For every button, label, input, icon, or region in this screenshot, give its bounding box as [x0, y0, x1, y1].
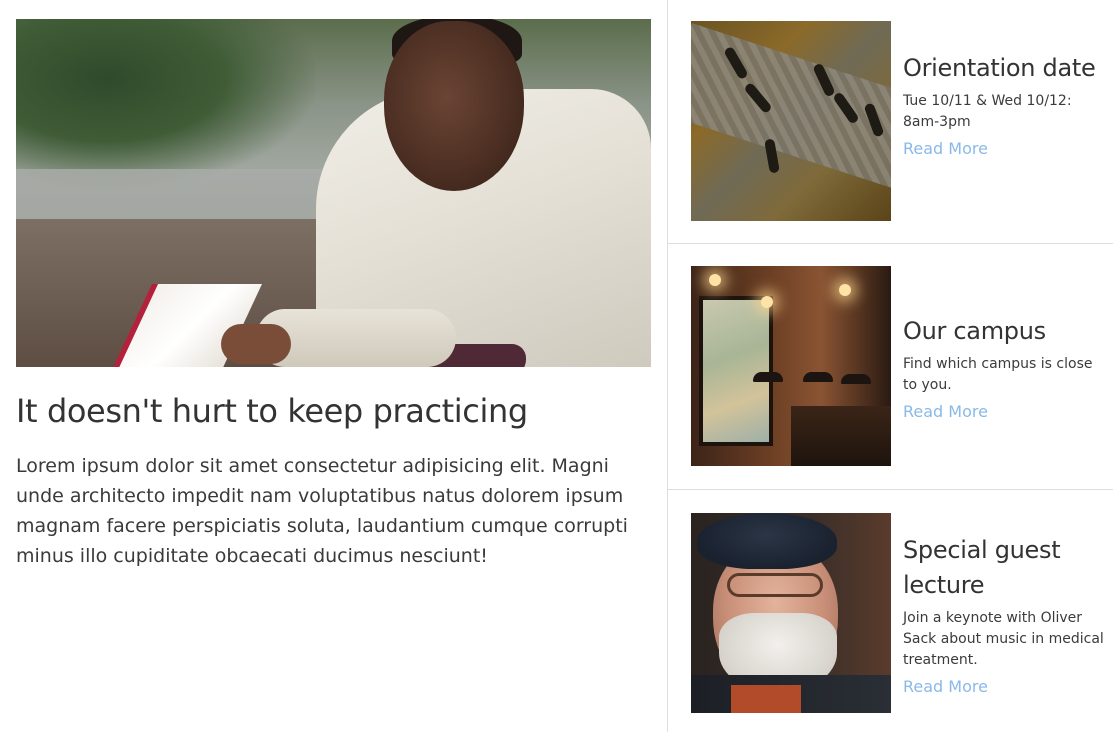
event-card-lecture: Special guest lecture Join a keynote wit…	[691, 513, 1113, 713]
image-tables	[791, 406, 891, 466]
card-text: Find which campus is close to you.	[903, 356, 1093, 393]
card-divider	[668, 243, 1113, 244]
image-wall-map	[699, 296, 773, 446]
event-card-orientation: Orientation date Tue 10/11 & Wed 10/12: …	[691, 21, 1113, 221]
image-person-hand	[221, 324, 291, 364]
card-image[interactable]	[691, 266, 891, 466]
card-text: Tue 10/11 & Wed 10/12: 8am-3pm	[903, 93, 1072, 130]
image-light	[761, 296, 773, 308]
image-pendant-lamp	[841, 374, 871, 384]
image-glasses	[727, 573, 823, 597]
column-divider	[667, 0, 668, 732]
card-title[interactable]: Special guest lecture	[903, 533, 1105, 603]
card-image[interactable]	[691, 21, 891, 221]
feature-text: Lorem ipsum dolor sit amet consectetur a…	[16, 455, 628, 567]
card-body: Special guest lecture Join a keynote wit…	[903, 533, 1105, 698]
event-card-campus: Our campus Find which campus is close to…	[691, 266, 1113, 466]
card-text: Join a keynote with Oliver Sack about mu…	[903, 610, 1104, 668]
image-pendant-lamp	[803, 372, 833, 382]
image-light	[709, 274, 721, 286]
image-pendant-lamp	[753, 372, 783, 382]
card-divider	[668, 489, 1113, 490]
feature-image[interactable]	[16, 19, 651, 367]
image-tree	[16, 19, 316, 189]
image-light	[839, 284, 851, 296]
feature-title[interactable]: It doesn't hurt to keep practicing	[16, 391, 651, 431]
read-more-link[interactable]: Read More	[903, 676, 988, 698]
card-body: Orientation date Tue 10/11 & Wed 10/12: …	[903, 51, 1105, 160]
image-scarf	[731, 685, 801, 713]
card-title[interactable]: Orientation date	[903, 51, 1105, 86]
feature-article: It doesn't hurt to keep practicing Lorem…	[16, 19, 651, 571]
card-title[interactable]: Our campus	[903, 314, 1105, 349]
image-person-head	[384, 21, 524, 191]
card-body: Our campus Find which campus is close to…	[903, 314, 1105, 423]
card-image[interactable]	[691, 513, 891, 713]
image-beret	[697, 513, 837, 569]
read-more-link[interactable]: Read More	[903, 138, 988, 160]
image-walkway	[691, 23, 891, 194]
read-more-link[interactable]: Read More	[903, 401, 988, 423]
